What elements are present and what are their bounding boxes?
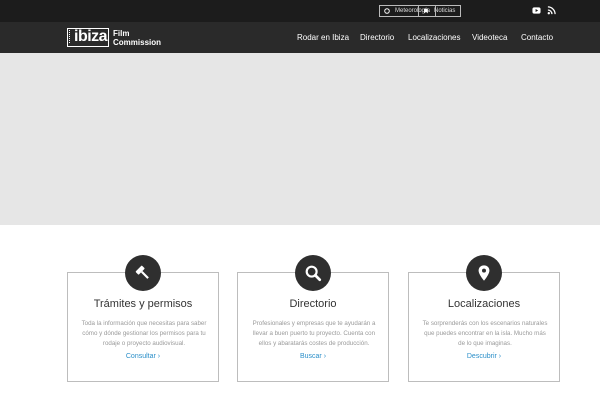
card-title: Trámites y permisos — [93, 298, 193, 310]
card-text: Profesionales y empresas que te ayudarán… — [252, 320, 376, 347]
main-navbar: ibiza Film Commission Rodar en Ibiza Dir… — [0, 22, 600, 53]
news-link[interactable]: Noticias — [418, 5, 462, 17]
consultar-link[interactable]: Consultar › — [68, 353, 218, 360]
card-text: Toda la información que necesitas para s… — [81, 320, 207, 347]
card-icon-circle — [295, 255, 331, 291]
logo-line-1: Film — [113, 29, 130, 38]
buscar-link[interactable]: Buscar › — [238, 353, 388, 360]
logo-film-strip — [69, 30, 72, 43]
card-icon-circle — [466, 255, 502, 291]
card-title: Directorio — [289, 298, 337, 310]
youtube-icon[interactable] — [532, 6, 541, 15]
bookmark-icon — [424, 8, 428, 14]
map-pin-icon — [478, 265, 490, 281]
site-logo[interactable]: ibiza Film Commission — [67, 28, 167, 47]
nav-rodar-en-ibiza[interactable]: Rodar en Ibiza — [297, 33, 349, 43]
circle-icon — [384, 8, 390, 14]
nav-contacto[interactable]: Contacto — [521, 33, 553, 43]
news-link-label: Noticias — [434, 8, 456, 14]
nav-localizaciones[interactable]: Localizaciones — [408, 33, 460, 43]
search-icon — [305, 265, 322, 282]
gavel-icon — [135, 265, 149, 279]
nav-directorio[interactable]: Directorio — [360, 33, 394, 43]
card-icon-circle — [125, 255, 161, 291]
rss-icon[interactable] — [547, 6, 556, 15]
hero-banner — [0, 53, 600, 225]
card-title: Localizaciones — [447, 298, 521, 310]
nav-videoteca[interactable]: Videoteca — [472, 33, 507, 43]
descubrir-link[interactable]: Descubrir › — [409, 353, 559, 360]
card-text: Te sorprenderás con los escenarios natur… — [422, 320, 548, 347]
top-bar: Meteorología Noticias — [0, 0, 600, 22]
logo-line-2: Commission — [113, 38, 162, 47]
logo-main-text: ibiza — [74, 28, 108, 45]
